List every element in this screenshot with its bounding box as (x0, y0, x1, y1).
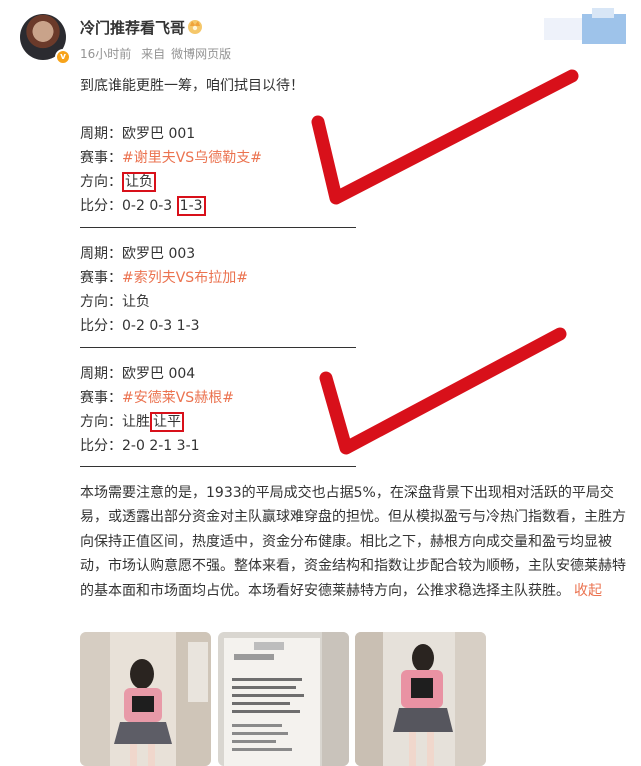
decorative-blur (540, 8, 630, 48)
post-meta: 16小时前 来自 微博网页版 (80, 45, 237, 62)
match-1-direction: 方向： 让负 (80, 171, 156, 192)
source-prefix: 来自 (141, 47, 166, 61)
analysis-text: 本场需要注意的是，1933的平局成交也占据5%，在深盘背景下出现相对活跃的平局交… (80, 485, 626, 599)
post-image-1[interactable] (80, 632, 211, 766)
match-3-period: 周期：欧罗巴 004 (80, 366, 196, 382)
username[interactable]: 冷门推荐看飞哥 (80, 17, 185, 38)
post-intro: 到底谁能更胜一筹，咱们拭目以待！ (80, 78, 304, 94)
red-checkmark-icon (319, 327, 567, 455)
verified-badge-icon: v (55, 49, 71, 65)
match-1-scores: 比分：0-2 0-3 1-3 (80, 195, 206, 216)
match-2-period: 周期：欧罗巴 003 (80, 246, 196, 262)
topic-tag[interactable]: #谢里夫VS乌德勒支# (122, 150, 262, 166)
post-time[interactable]: 16小时前 (80, 47, 131, 61)
divider (80, 227, 356, 228)
collapse-link[interactable]: 收起 (574, 583, 602, 599)
match-3-scores: 比分：2-0 2-1 3-1 (80, 438, 200, 454)
red-checkmark-icon (311, 69, 579, 205)
match-2-scores: 比分：0-2 0-3 1-3 (80, 318, 200, 334)
post-image-4-view[interactable] (355, 632, 486, 766)
post-source[interactable]: 微博网页版 (171, 47, 231, 61)
match-3-event: 赛事：#安德莱VS赫根# (80, 390, 234, 406)
highlighted-pick: 让平 (150, 412, 184, 432)
highlighted-pick: 让负 (122, 172, 156, 192)
match-3-direction: 方向：让胜 让平 (80, 411, 184, 432)
crown-emblem-icon (188, 20, 202, 34)
weibo-post: v 冷门推荐看飞哥 16小时前 来自 微博网页版 到底谁能更胜一筹，咱们拭目以待！… (0, 0, 641, 766)
match-2-event: 赛事：#索列夫VS布拉加# (80, 270, 248, 286)
match-1-event: 赛事：#谢里夫VS乌德勒支# (80, 150, 262, 166)
topic-tag[interactable]: #索列夫VS布拉加# (122, 270, 248, 286)
topic-tag[interactable]: #安德莱VS赫根# (122, 390, 234, 406)
match-2-direction: 方向：让负 (80, 294, 150, 310)
match-1-period: 周期：欧罗巴 001 (80, 126, 196, 142)
post-image-2[interactable] (218, 632, 349, 766)
highlighted-score: 1-3 (176, 196, 206, 216)
